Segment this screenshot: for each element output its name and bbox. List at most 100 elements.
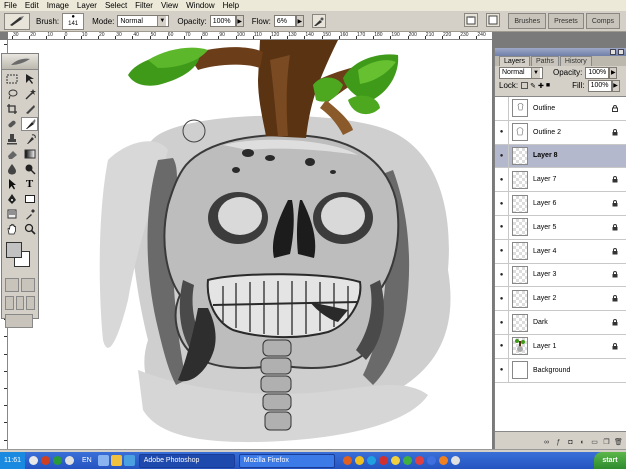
quick-launch-icon[interactable] <box>123 455 135 466</box>
new-window-button[interactable] <box>486 13 501 27</box>
eye-icon[interactable]: ● <box>495 120 509 144</box>
jump-to-imageready-button[interactable] <box>5 314 33 328</box>
flow-slider-button[interactable]: ▶ <box>295 15 304 27</box>
fill-slider-button[interactable]: ▶ <box>611 79 620 92</box>
healing-brush-tool[interactable] <box>3 117 20 131</box>
layer-row-layer-4[interactable]: ● Layer 4 <box>495 239 626 264</box>
language-indicator[interactable]: EN <box>82 457 92 464</box>
eyedropper-tool[interactable] <box>21 207 38 221</box>
app-icon[interactable] <box>390 456 400 465</box>
eye-icon[interactable]: ● <box>495 168 509 192</box>
start-button[interactable]: start <box>594 452 626 469</box>
tab-paths[interactable]: Paths <box>531 56 559 66</box>
eye-icon[interactable]: ● <box>495 358 509 382</box>
flow-field[interactable]: 6% <box>273 15 296 27</box>
menu-edit[interactable]: Edit <box>25 1 39 10</box>
document-canvas[interactable] <box>8 40 492 453</box>
clone-stamp-tool[interactable] <box>3 132 20 146</box>
new-layer-icon[interactable]: ❐ <box>602 438 611 447</box>
layer-row-layer-8[interactable]: ● Layer 8 <box>495 144 626 169</box>
mode-dropdown[interactable]: Normal ▼ <box>117 15 170 27</box>
app-icon[interactable] <box>426 456 436 465</box>
eye-icon[interactable]: ● <box>495 287 509 311</box>
app-icon[interactable] <box>354 456 364 465</box>
notes-tool[interactable] <box>3 207 20 221</box>
file-browser-button[interactable] <box>464 13 479 27</box>
quick-mask-button[interactable] <box>21 278 35 292</box>
airbrush-toggle[interactable] <box>311 14 326 28</box>
tray-icon[interactable] <box>29 456 38 465</box>
eye-icon[interactable]: ● <box>495 239 509 263</box>
eye-icon[interactable]: ● <box>495 311 509 335</box>
well-tab-presets[interactable]: Presets <box>548 13 584 29</box>
app-icon[interactable] <box>414 456 424 465</box>
type-tool[interactable]: T <box>21 177 38 191</box>
eye-icon[interactable]: ● <box>495 263 509 287</box>
close-icon[interactable] <box>618 49 624 55</box>
app-icon[interactable] <box>402 456 412 465</box>
tray-icon[interactable] <box>41 456 50 465</box>
history-brush-tool[interactable] <box>21 132 38 146</box>
crop-tool[interactable] <box>3 102 20 116</box>
lasso-tool[interactable] <box>3 87 20 101</box>
app-icon[interactable] <box>378 456 388 465</box>
layer-opacity-field[interactable]: 100% <box>585 66 610 79</box>
well-tab-comps[interactable]: Comps <box>585 13 620 29</box>
hand-tool[interactable] <box>3 222 20 236</box>
app-icon[interactable] <box>342 456 352 465</box>
menu-select[interactable]: Select <box>105 1 127 10</box>
shape-tool[interactable] <box>21 192 38 206</box>
menu-image[interactable]: Image <box>47 1 69 10</box>
tool-preset-picker[interactable] <box>4 12 30 30</box>
pen-tool[interactable] <box>3 192 20 206</box>
tray-icon[interactable] <box>53 456 62 465</box>
minimize-icon[interactable] <box>610 49 616 55</box>
app-icon[interactable] <box>366 456 376 465</box>
eye-icon[interactable]: ● <box>495 192 509 216</box>
blur-tool[interactable] <box>3 162 20 176</box>
task-button-firefox[interactable]: Mozilla Firefox <box>238 453 335 468</box>
path-selection-tool[interactable] <box>3 177 20 191</box>
layer-row-outline-2[interactable]: ● Outline 2 <box>495 120 626 145</box>
brush-picker[interactable]: ● 141 <box>62 12 85 30</box>
new-group-icon[interactable]: ▭ <box>590 438 599 447</box>
layer-row-layer-2[interactable]: ● Layer 2 <box>495 287 626 312</box>
blend-mode-dropdown[interactable]: Normal ▼ <box>499 66 543 79</box>
eye-icon[interactable]: ● <box>495 144 509 168</box>
screen-mode-full[interactable] <box>26 296 36 310</box>
layer-row-layer-3[interactable]: ● Layer 3 <box>495 263 626 288</box>
screen-mode-standard[interactable] <box>5 296 14 310</box>
standard-mode-button[interactable] <box>5 278 19 292</box>
taskbar-clock[interactable]: 11:61 <box>0 452 25 469</box>
lock-transparency-icon[interactable] <box>521 82 529 89</box>
magic-wand-tool[interactable] <box>21 87 38 101</box>
layer-row-outline[interactable]: Outline <box>495 96 626 121</box>
layer-opacity-slider-button[interactable]: ▶ <box>609 66 618 79</box>
menu-filter[interactable]: Filter <box>135 1 153 10</box>
marquee-tool[interactable] <box>3 72 20 86</box>
horizontal-ruler[interactable]: 30 20 10 0 10 20 30 40 50 60 70 80 90 100 110 120 130 140… <box>8 32 492 40</box>
layer-row-layer-1[interactable]: ● Layer 1 <box>495 334 626 359</box>
lock-position-icon[interactable]: ✚ <box>538 82 544 90</box>
eye-icon[interactable]: ● <box>495 215 509 239</box>
menu-help[interactable]: Help <box>223 1 239 10</box>
quick-launch-icon[interactable] <box>110 455 122 466</box>
trash-icon[interactable]: 🗑 <box>614 438 623 447</box>
app-icon[interactable] <box>438 456 448 465</box>
link-layers-icon[interactable]: ∞ <box>542 438 551 447</box>
lock-pixels-icon[interactable]: ✎ <box>530 82 536 90</box>
add-mask-icon[interactable]: ◘ <box>566 438 575 447</box>
opacity-slider-button[interactable]: ▶ <box>235 15 244 27</box>
brush-tool[interactable] <box>21 117 38 131</box>
panel-titlebar[interactable] <box>495 48 626 56</box>
layer-row-layer-5[interactable]: ● Layer 5 <box>495 215 626 240</box>
task-button-photoshop[interactable]: Adobe Photoshop <box>138 453 235 468</box>
screen-mode-full-menu[interactable] <box>15 296 25 310</box>
eye-icon[interactable]: ● <box>495 334 509 358</box>
dodge-tool[interactable] <box>21 162 38 176</box>
menu-view[interactable]: View <box>161 1 178 10</box>
layer-row-dark[interactable]: ● Dark <box>495 311 626 335</box>
opacity-field[interactable]: 100% <box>209 15 236 27</box>
tab-history[interactable]: History <box>559 56 592 66</box>
app-icon[interactable] <box>450 456 460 465</box>
